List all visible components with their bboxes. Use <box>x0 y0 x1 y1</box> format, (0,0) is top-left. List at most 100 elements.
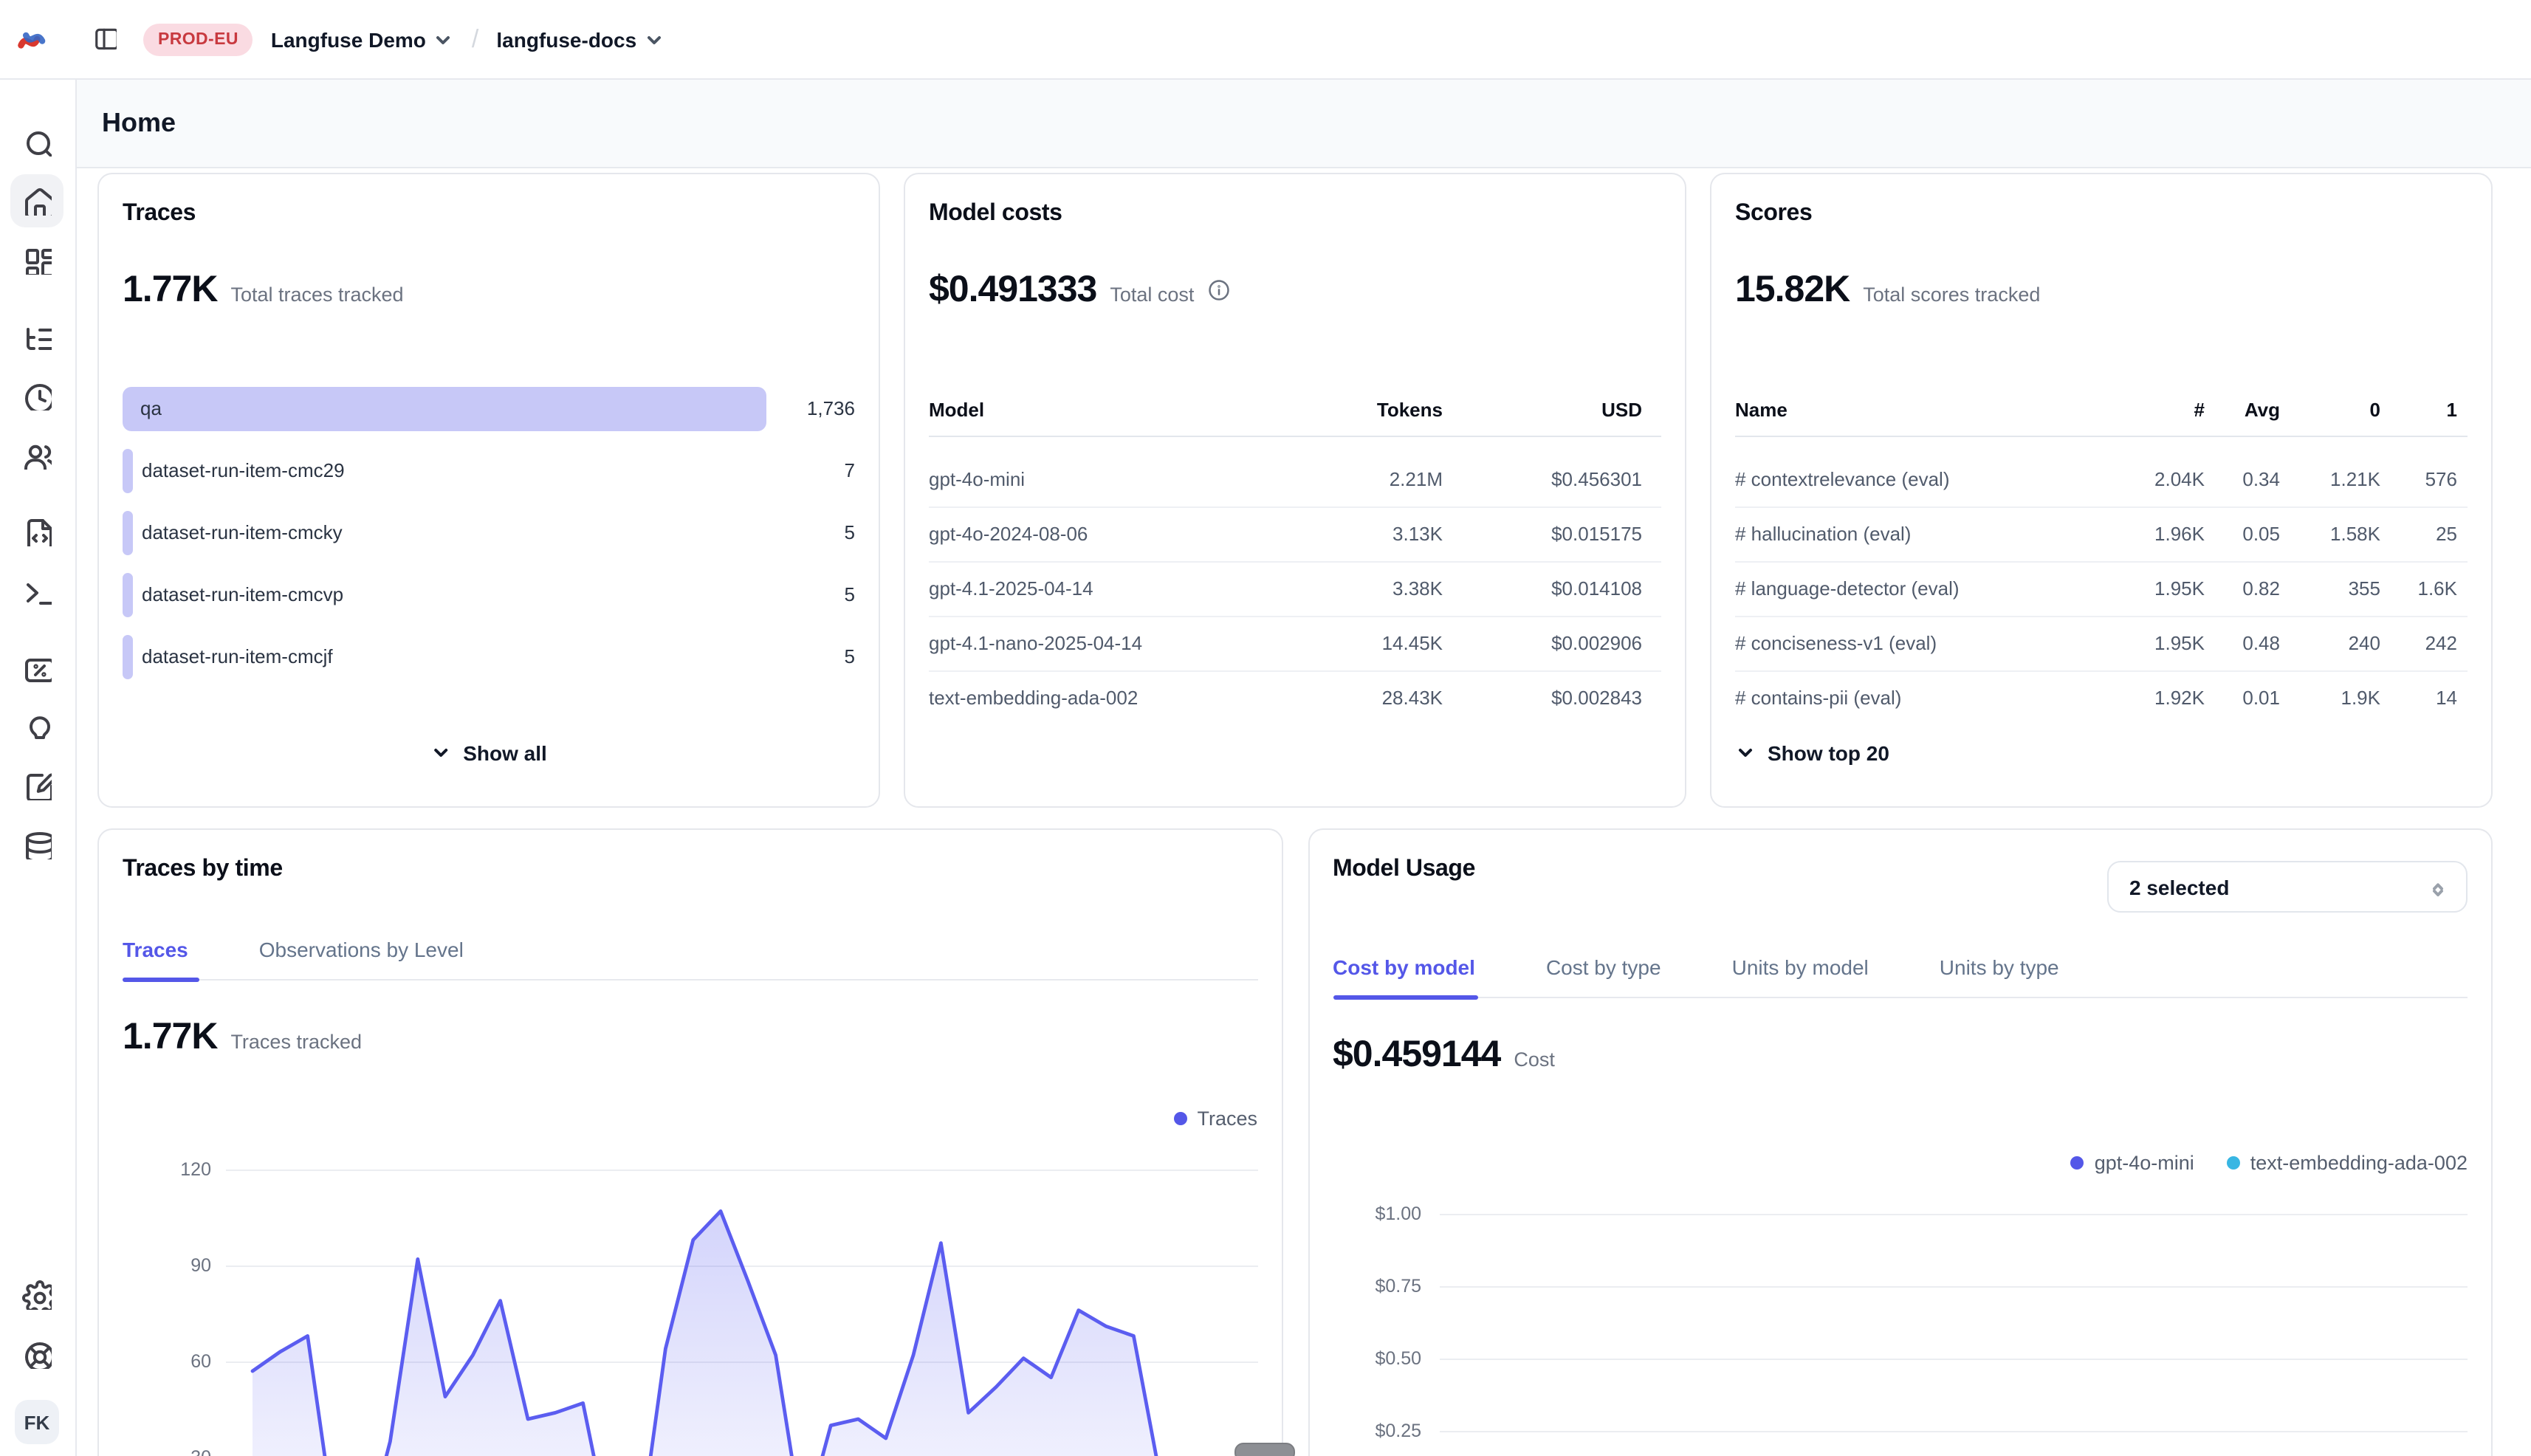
legend-label: gpt-4o-mini <box>2095 1152 2194 1174</box>
breadcrumb-project[interactable]: langfuse-docs <box>496 27 664 51</box>
score-name: # conciseness-v1 (eval) <box>1735 616 1937 670</box>
tab-units-by-model[interactable]: Units by model <box>1732 948 1869 997</box>
legend-label: Traces <box>1197 1108 1257 1130</box>
page-title: Home <box>102 107 176 138</box>
traces-by-time-card: Traces by time Traces Observations by Le… <box>97 828 1282 1456</box>
settings-gear-icon <box>22 1280 52 1310</box>
trace-count: 1,736 <box>807 387 855 431</box>
model-usd: $0.456301 <box>1551 452 1642 506</box>
tab-cost-by-model[interactable]: Cost by model <box>1333 948 1475 997</box>
tab-units-by-type[interactable]: Units by type <box>1940 948 2059 997</box>
sidebar-item-tracing[interactable] <box>7 307 66 366</box>
column-tokens: Tokens <box>1377 396 1443 425</box>
project-name: langfuse-docs <box>496 27 636 51</box>
trace-bar-row: dataset-run-item-cmcjf 5 <box>123 635 855 679</box>
chevron-down-icon <box>1735 743 1756 763</box>
model-usd: $0.002906 <box>1551 616 1642 670</box>
model-name: gpt-4o-2024-08-06 <box>929 506 1088 561</box>
model-name: gpt-4.1-2025-04-14 <box>929 561 1093 616</box>
sidebar-item-support[interactable] <box>7 1325 66 1384</box>
sidebar-item-datasets[interactable] <box>7 815 66 874</box>
score-count: 1.92K <box>2154 670 2205 725</box>
score-one: 576 <box>2425 452 2457 506</box>
traces-card-title: Traces <box>123 201 196 227</box>
traces-tracked-total: 1.77K <box>123 1016 217 1059</box>
column-usd: USD <box>1601 396 1642 425</box>
tab-observations-by-level[interactable]: Observations by Level <box>259 930 464 979</box>
playground-terminal-icon <box>22 576 52 605</box>
tab-traces[interactable]: Traces <box>123 930 188 979</box>
model-tokens: 28.43K <box>1382 670 1443 725</box>
sidebar-toggle-button[interactable] <box>84 18 126 60</box>
sidebar-item-playground[interactable] <box>7 561 66 620</box>
sidebar-item-annotation[interactable] <box>7 756 66 815</box>
model-usage-title: Model Usage <box>1333 856 1475 883</box>
score-one: 242 <box>2425 616 2457 670</box>
table-row: gpt-4o-mini 2.21M $0.456301 <box>929 452 1661 508</box>
score-name: # contains-pii (eval) <box>1735 670 1901 725</box>
prompts-file-code-icon <box>22 517 52 546</box>
sidebar-item-settings[interactable] <box>7 1266 66 1325</box>
horizontal-scrollbar-thumb[interactable] <box>1234 1443 1295 1456</box>
topbar: PROD-EU Langfuse Demo / langfuse-docs <box>0 0 2531 80</box>
sidebar-item-sessions[interactable] <box>7 366 66 425</box>
sidebar-item-search[interactable] <box>7 112 66 171</box>
model-select[interactable]: 2 selected <box>2107 861 2468 913</box>
legend-dot <box>2071 1156 2084 1170</box>
sidebar-item-prompts[interactable] <box>7 502 66 561</box>
sidebar-item-insights[interactable] <box>7 697 66 756</box>
chevron-down-icon <box>433 29 454 49</box>
traces-subtitle: Total traces tracked <box>230 284 403 306</box>
column-avg: Avg <box>2245 396 2280 425</box>
table-row: # conciseness-v1 (eval) 1.95K 0.48 240 2… <box>1735 616 2468 672</box>
environment-badge: PROD-EU <box>143 23 253 55</box>
sidebar-item-evaluators[interactable] <box>7 638 66 697</box>
sidebar-item-users[interactable] <box>7 425 66 484</box>
score-count: 1.95K <box>2154 616 2205 670</box>
y-tick-label: $1.00 <box>1309 1203 1421 1224</box>
trace-bar-row: dataset-run-item-cmc29 7 <box>123 449 855 493</box>
traces-total: 1.77K <box>123 269 217 312</box>
show-top-20-button[interactable]: Show top 20 <box>1735 741 1889 765</box>
model-usd: $0.014108 <box>1551 561 1642 616</box>
tab-cost-by-type[interactable]: Cost by type <box>1546 948 1661 997</box>
annotation-clipboard-pen-icon <box>22 771 52 800</box>
user-avatar[interactable]: FK <box>15 1400 59 1444</box>
trace-name: qa <box>140 387 162 431</box>
trace-count: 5 <box>845 573 855 617</box>
table-row: text-embedding-ada-002 28.43K $0.002843 <box>929 670 1661 725</box>
trace-count: 5 <box>845 635 855 679</box>
support-lifebuoy-icon <box>22 1339 52 1369</box>
column-name: Name <box>1735 396 1788 425</box>
home-icon <box>10 174 63 227</box>
y-tick-label: $0.50 <box>1309 1348 1421 1369</box>
score-name: # language-detector (eval) <box>1735 561 1960 616</box>
model-usd: $0.015175 <box>1551 506 1642 561</box>
column-zero: 0 <box>2370 396 2380 425</box>
page-header: Home <box>75 78 2531 168</box>
column-model: Model <box>929 396 984 425</box>
info-icon[interactable] <box>1207 279 1229 301</box>
table-row: # hallucination (eval) 1.96K 0.05 1.58K … <box>1735 506 2468 563</box>
chevron-down-icon <box>430 743 451 763</box>
show-all-button[interactable]: Show all <box>430 741 547 765</box>
search-icon <box>22 127 52 157</box>
table-row: gpt-4.1-2025-04-14 3.38K $0.014108 <box>929 561 1661 617</box>
model-usage-cost-total: $0.459144 <box>1333 1034 1500 1076</box>
sidebar-item-dashboards[interactable] <box>7 230 66 289</box>
model-tokens: 2.21M <box>1390 452 1443 506</box>
y-tick-label: 120 <box>99 1159 211 1180</box>
sidebar-item-home[interactable] <box>7 171 66 230</box>
chevrons-up-down-icon <box>2428 876 2448 897</box>
model-costs-total: $0.491333 <box>929 269 1096 312</box>
score-zero: 1.21K <box>2330 452 2380 506</box>
show-all-label: Show all <box>463 741 547 765</box>
legend-item-gpt-4o-mini: gpt-4o-mini <box>2071 1152 2194 1174</box>
score-name: # hallucination (eval) <box>1735 506 1911 561</box>
score-zero: 240 <box>2349 616 2380 670</box>
legend-dot <box>2227 1156 2240 1170</box>
scores-card-title: Scores <box>1735 201 1812 227</box>
model-name: gpt-4o-mini <box>929 452 1025 506</box>
breadcrumb-organization[interactable]: Langfuse Demo <box>271 27 454 51</box>
chart-legend: Traces <box>1173 1108 1257 1130</box>
